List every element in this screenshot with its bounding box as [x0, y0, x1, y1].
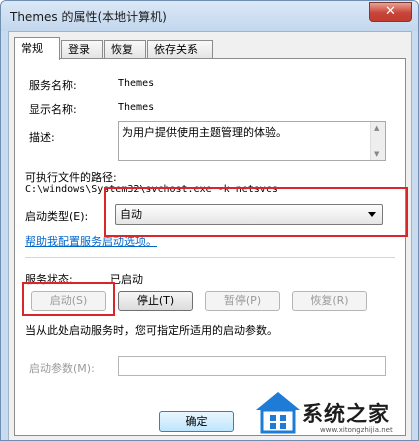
close-button[interactable]: ✕: [369, 2, 412, 22]
tab-logon[interactable]: 登录: [61, 40, 103, 59]
properties-window: Themes 的属性(本地计算机) ✕ 常规 登录 恢复 依存关系 服务名称: …: [0, 0, 419, 441]
start-button[interactable]: 启动(S): [31, 291, 106, 311]
pause-button[interactable]: 暂停(P): [205, 291, 280, 311]
divider: [25, 257, 395, 258]
description-label: 描述:: [29, 131, 55, 144]
service-status-label: 服务状态:: [25, 273, 73, 286]
tab-recovery[interactable]: 恢复: [104, 40, 146, 59]
exe-path-label: 可执行文件的路径:: [25, 171, 117, 184]
startup-type-select[interactable]: 自动: [115, 204, 383, 225]
start-params-input[interactable]: [118, 356, 386, 376]
scroll-up-icon[interactable]: ▲: [374, 124, 379, 132]
startup-type-value: 自动: [120, 208, 142, 221]
house-logo-icon: [256, 392, 300, 434]
start-params-hint: 当从此处启动服务时，您可指定所适用的启动参数。: [25, 324, 278, 337]
exe-path-value: C:\windows\System32\svchost.exe -k netsv…: [25, 184, 278, 195]
watermark: 系统之家 www.xitongzhijia.net: [250, 388, 416, 438]
display-name-label: 显示名称:: [29, 103, 77, 116]
dialog-client: 常规 登录 恢复 依存关系 服务名称: Themes 显示名称: Themes …: [8, 31, 412, 440]
watermark-url: www.xitongzhijia.net: [320, 426, 393, 434]
help-link[interactable]: 帮助我配置服务启动选项。: [25, 233, 157, 249]
title-bar[interactable]: Themes 的属性(本地计算机) ✕: [1, 1, 418, 31]
service-name-label: 服务名称:: [29, 79, 77, 92]
watermark-text: 系统之家: [302, 402, 390, 426]
resume-button[interactable]: 恢复(R): [292, 291, 367, 311]
service-name-value: Themes: [118, 78, 155, 89]
description-text: 为用户提供使用主题管理的体验。: [122, 126, 287, 139]
tab-dependencies[interactable]: 依存关系: [147, 40, 213, 59]
scroll-down-icon[interactable]: ▼: [374, 150, 379, 158]
display-name-value: Themes: [118, 102, 155, 113]
ok-button[interactable]: 确定: [159, 411, 234, 432]
chevron-down-icon: [368, 212, 376, 217]
description-box[interactable]: 为用户提供使用主题管理的体验。 ▲ ▼: [118, 121, 386, 161]
window-title: Themes 的属性(本地计算机): [10, 10, 167, 24]
close-icon: ✕: [385, 4, 396, 19]
stop-button[interactable]: 停止(T): [118, 291, 193, 311]
tab-general[interactable]: 常规: [14, 37, 60, 60]
service-status-value: 已启动: [110, 273, 143, 286]
start-params-label: 启动参数(M):: [29, 362, 95, 375]
startup-type-label: 启动类型(E):: [25, 210, 89, 223]
description-scrollbar[interactable]: ▲ ▼: [370, 122, 385, 160]
general-panel: 服务名称: Themes 显示名称: Themes 描述: 为用户提供使用主题管…: [14, 58, 406, 436]
